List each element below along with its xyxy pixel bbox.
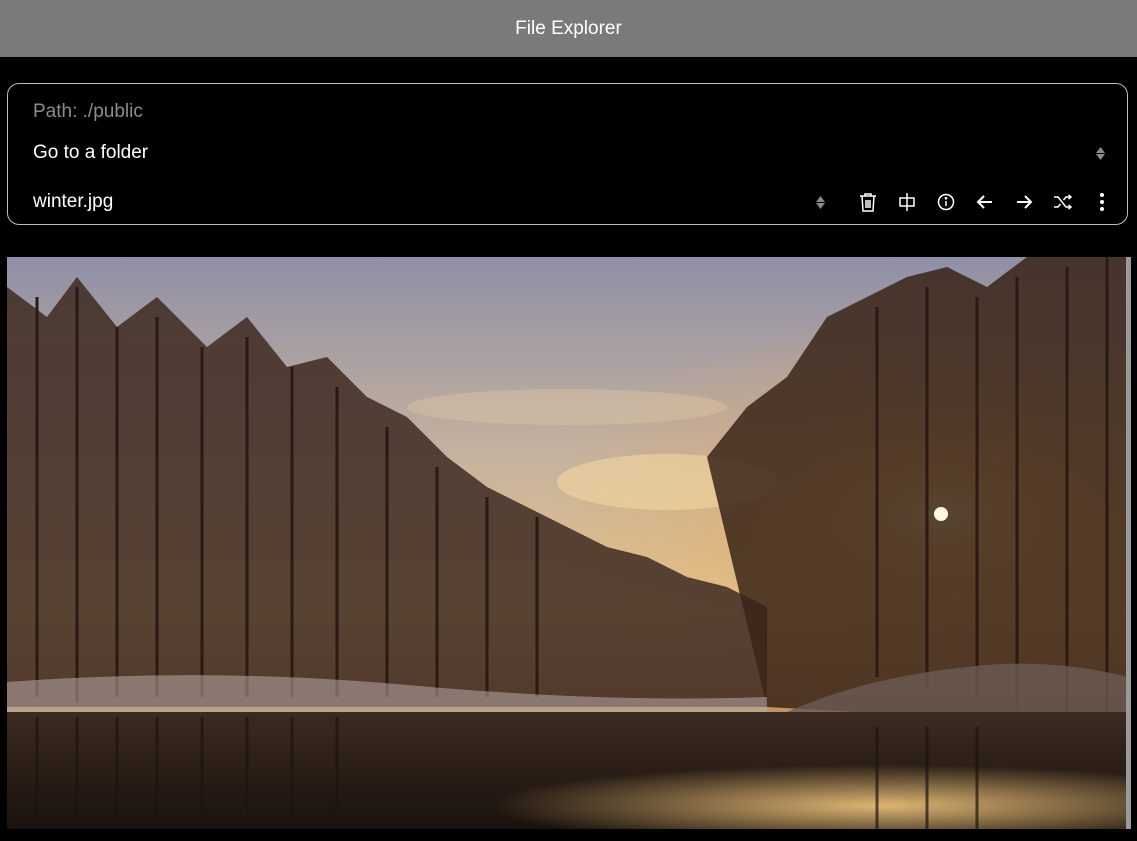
arrow-right-icon (1017, 195, 1033, 209)
select-arrows-icon (1096, 146, 1105, 160)
shuffle-icon (1054, 194, 1073, 210)
info-button[interactable] (928, 188, 964, 216)
path-label: Path: ./public (33, 101, 143, 122)
delete-button[interactable] (850, 188, 886, 216)
folder-select-value: Go to a folder (33, 142, 149, 163)
file-select-value: winter.jpg (33, 191, 114, 212)
next-button[interactable] (1006, 188, 1042, 216)
explorer-panel: Path: ./public Go to a folder winter.jpg (7, 83, 1128, 225)
resize-icon (899, 193, 915, 211)
preview-scrollbar[interactable] (1126, 257, 1131, 829)
delete-icon (860, 193, 876, 212)
title-bar: File Explorer (0, 0, 1137, 57)
arrow-left-icon (976, 195, 992, 209)
info-icon (937, 193, 955, 211)
resize-button[interactable] (889, 188, 925, 216)
app-title: File Explorer (515, 17, 622, 39)
shuffle-button[interactable] (1045, 188, 1081, 216)
winter-photo (7, 257, 1128, 829)
image-preview (7, 257, 1128, 829)
previous-button[interactable] (967, 188, 1003, 216)
file-select[interactable]: winter.jpg (33, 188, 825, 216)
more-vertical-icon (1100, 193, 1104, 211)
folder-select[interactable]: Go to a folder (33, 139, 1105, 167)
more-button[interactable] (1084, 188, 1120, 216)
select-arrows-icon (816, 195, 825, 209)
file-toolbar (850, 188, 1123, 216)
